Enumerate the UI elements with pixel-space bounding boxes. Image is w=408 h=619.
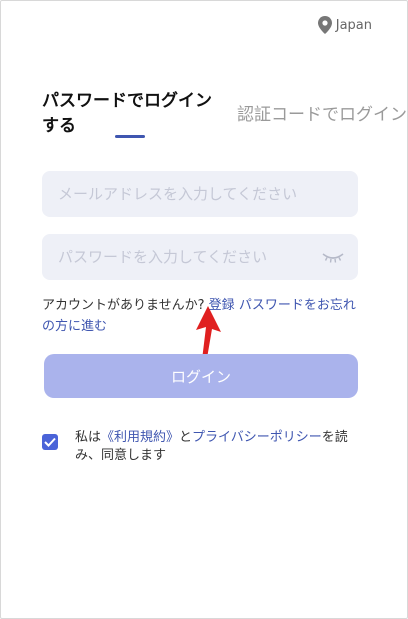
eye-closed-icon[interactable] (322, 250, 344, 269)
agreement-prefix: 私は (75, 430, 102, 445)
email-field (42, 171, 358, 217)
tab-password-login[interactable]: パスワードでログインする (42, 89, 222, 139)
password-field (42, 234, 358, 280)
email-input[interactable] (56, 184, 344, 204)
location-pin-icon (317, 16, 332, 34)
login-button[interactable]: ログイン (44, 354, 358, 398)
region-selector[interactable]: Japan (317, 16, 372, 34)
active-tab-indicator (115, 135, 145, 138)
privacy-link[interactable]: プライバシーポリシー (192, 430, 322, 445)
tab-code-login[interactable]: 認証コードでログイン (237, 100, 407, 125)
terms-link[interactable]: 《利用規約》 (101, 430, 179, 445)
region-label: Japan (335, 17, 372, 33)
checkmark-icon (44, 437, 56, 447)
agreement-text: 私は《利用規約》とプライバシーポリシーを読み、同意します (75, 429, 372, 465)
agree-checkbox[interactable] (42, 434, 58, 450)
agreement-row: 私は《利用規約》とプライバシーポリシーを読み、同意します (42, 429, 372, 465)
no-account-text: アカウントがありませんか? (42, 298, 205, 313)
agreement-and: と (179, 430, 193, 445)
password-input[interactable] (56, 247, 344, 267)
